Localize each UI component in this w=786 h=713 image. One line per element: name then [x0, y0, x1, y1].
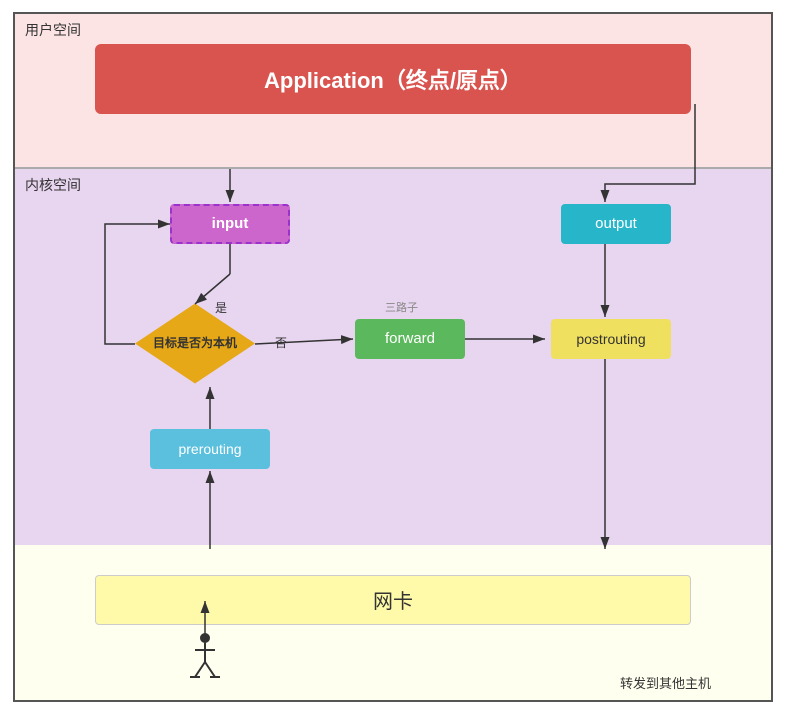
kernel-space-label: 内核空间 [25, 175, 81, 195]
user-space-region: 用户空间 Application（终点/原点） [15, 14, 771, 169]
decision-diamond: 目标是否为本机 [135, 304, 255, 384]
output-box: output [561, 204, 671, 244]
forward-to-label: 转发到其他主机 [620, 673, 711, 692]
no-label: 否 [275, 334, 287, 351]
forward-box: forward [355, 319, 465, 359]
diagram: 用户空间 Application（终点/原点） 内核空间 input outpu… [13, 12, 773, 702]
input-box: input [170, 204, 290, 244]
application-box: Application（终点/原点） [95, 44, 691, 114]
netcard-box: 网卡 [95, 575, 691, 625]
forward-top-label: 三路子 [385, 299, 418, 315]
user-space-label: 用户空间 [25, 20, 81, 40]
postrouting-box: postrouting [551, 319, 671, 359]
person-icon [190, 632, 220, 682]
diamond-label: 目标是否为本机 [135, 304, 255, 384]
prerouting-box: prerouting [150, 429, 270, 469]
